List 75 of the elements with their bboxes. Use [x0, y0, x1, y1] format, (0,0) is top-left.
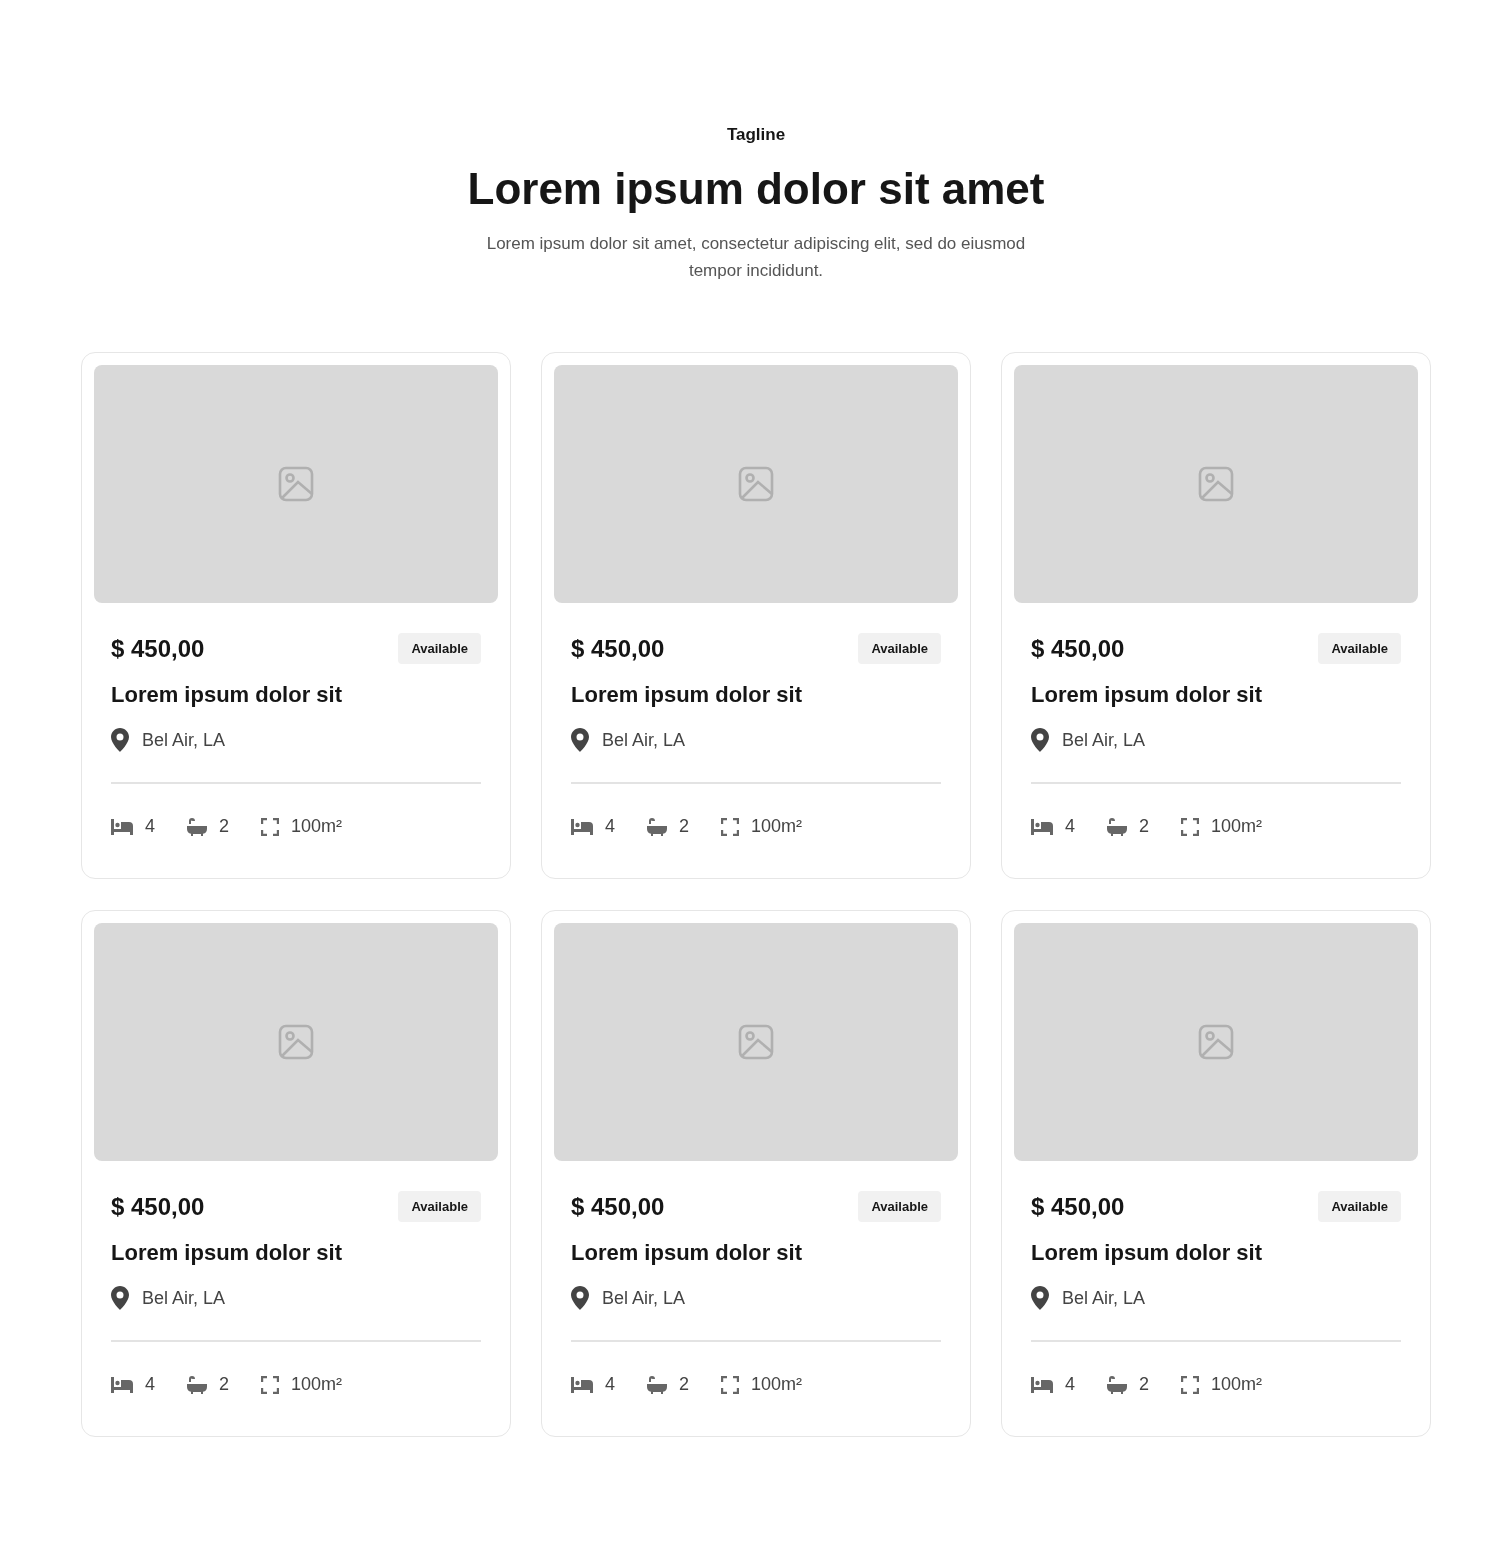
location: Bel Air, LA — [1062, 1287, 1146, 1309]
feature-value: 100m² — [1211, 816, 1263, 837]
status-badge: Available — [398, 1191, 481, 1222]
bed-icon — [111, 818, 133, 835]
area-icon — [1181, 817, 1200, 836]
status-badge: Available — [858, 633, 941, 664]
price: $ 450,00 — [111, 634, 205, 663]
image-icon — [278, 466, 314, 502]
listing-title: Lorem ipsum dolor sit — [1031, 682, 1264, 708]
bathtub-icon — [647, 817, 667, 836]
bed-icon — [571, 818, 593, 835]
location: Bel Air, LA — [602, 729, 686, 751]
status-badge: Available — [1318, 1191, 1401, 1222]
feature-value: 100m² — [1211, 1374, 1263, 1395]
feature-value: 2 — [679, 1374, 690, 1395]
location: Bel Air, LA — [142, 729, 226, 751]
location: Bel Air, LA — [142, 1287, 226, 1309]
location-pin-icon — [571, 1286, 589, 1310]
feature-value: 2 — [679, 816, 690, 837]
bed-icon — [1031, 1376, 1053, 1393]
area-icon — [721, 1375, 740, 1394]
bathtub-icon — [647, 1375, 667, 1394]
status-badge: Available — [1318, 633, 1401, 664]
bathtub-icon — [1107, 1375, 1127, 1394]
price: $ 450,00 — [571, 1192, 665, 1221]
listing-title: Lorem ipsum dolor sit — [571, 1240, 804, 1266]
area-icon — [721, 817, 740, 836]
feature-value: 2 — [1139, 816, 1150, 837]
feature-value: 2 — [1139, 1374, 1150, 1395]
feature-value: 100m² — [291, 1374, 343, 1395]
location-pin-icon — [1031, 728, 1049, 752]
location: Bel Air, LA — [1062, 729, 1146, 751]
price: $ 450,00 — [111, 1192, 205, 1221]
location-pin-icon — [571, 728, 589, 752]
listing-title: Lorem ipsum dolor sit — [111, 682, 344, 708]
bed-icon — [111, 1376, 133, 1393]
feature-value: 4 — [145, 1374, 155, 1395]
location: Bel Air, LA — [602, 1287, 686, 1309]
area-icon — [261, 1375, 280, 1394]
status-badge: Available — [398, 633, 481, 664]
area-icon — [261, 817, 280, 836]
image-icon — [1198, 1024, 1234, 1060]
feature-value: 100m² — [751, 816, 803, 837]
bathtub-icon — [1107, 817, 1127, 836]
image-icon — [1198, 466, 1234, 502]
image-icon — [738, 1024, 774, 1060]
status-badge: Available — [858, 1191, 941, 1222]
price: $ 450,00 — [1031, 634, 1125, 663]
section-title: Lorem ipsum dolor sit amet — [467, 163, 1045, 215]
area-icon — [1181, 1375, 1200, 1394]
bed-icon — [571, 1376, 593, 1393]
listing-title: Lorem ipsum dolor sit — [571, 682, 804, 708]
tagline: Tagline — [726, 124, 786, 146]
feature-value: 4 — [605, 816, 615, 837]
image-icon — [738, 466, 774, 502]
bed-icon — [1031, 818, 1053, 835]
price: $ 450,00 — [1031, 1192, 1125, 1221]
feature-value: 4 — [1065, 1374, 1075, 1395]
location-pin-icon — [111, 728, 129, 752]
location-pin-icon — [111, 1286, 129, 1310]
feature-value: 2 — [219, 1374, 230, 1395]
bathtub-icon — [187, 1375, 207, 1394]
feature-value: 4 — [1065, 816, 1075, 837]
listing-title: Lorem ipsum dolor sit — [111, 1240, 344, 1266]
bathtub-icon — [187, 817, 207, 836]
image-icon — [278, 1024, 314, 1060]
feature-value: 4 — [145, 816, 155, 837]
price: $ 450,00 — [571, 634, 665, 663]
feature-value: 100m² — [751, 1374, 803, 1395]
section-description: Lorem ipsum dolor sit amet, consectetur adipiscing elit, sed do eiusmod tempor incididunt. — [485, 233, 1027, 282]
listing-title: Lorem ipsum dolor sit — [1031, 1240, 1264, 1266]
location-pin-icon — [1031, 1286, 1049, 1310]
feature-value: 2 — [219, 816, 230, 837]
feature-value: 100m² — [291, 816, 343, 837]
feature-value: 4 — [605, 1374, 615, 1395]
